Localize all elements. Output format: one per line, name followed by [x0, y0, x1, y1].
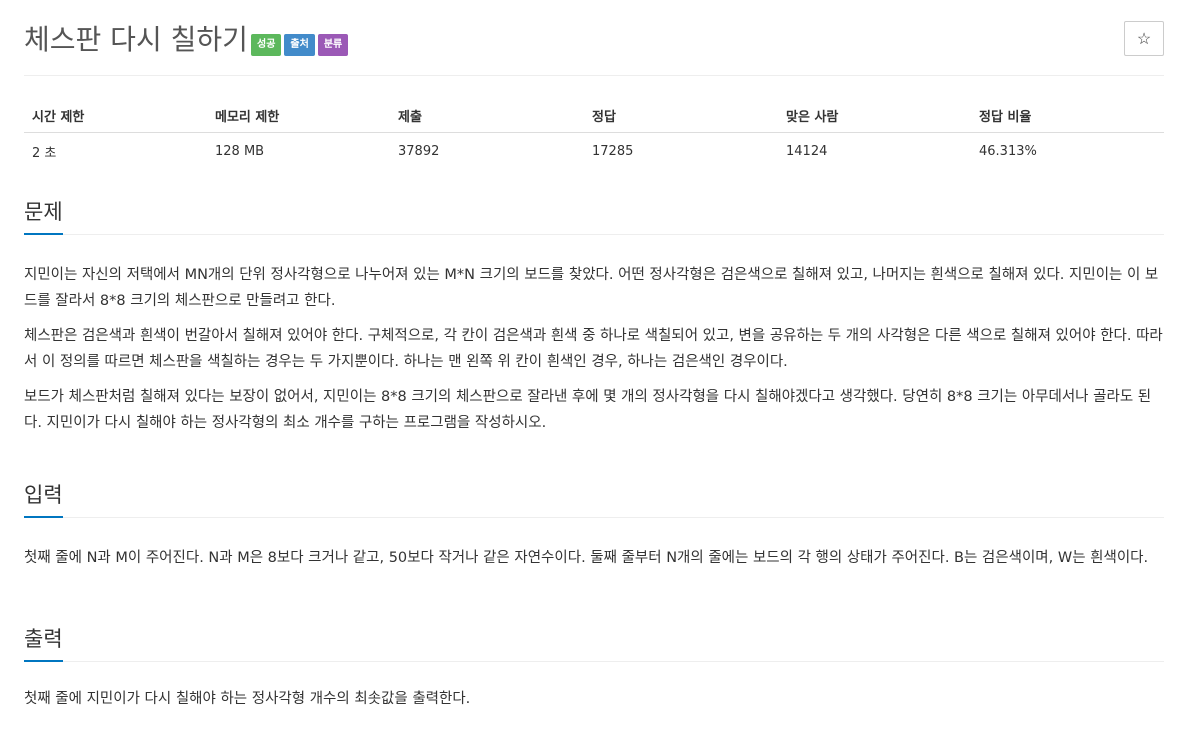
header-accept-ratio: 정답 비율 [971, 100, 1164, 133]
info-value-row: 2 초 128 MB 37892 17285 14124 46.313% [24, 132, 1164, 170]
badge-source[interactable]: 출처 [284, 34, 315, 56]
section-input-header: 입력 [24, 476, 1164, 518]
section-description: 문제 지민이는 자신의 저택에서 MN개의 단위 정사각형으로 나누어져 있는 … [24, 193, 1164, 436]
output-paragraph: 첫째 줄에 지민이가 다시 칠해야 하는 정사각형 개수의 최솟값을 출력한다. [24, 691, 471, 707]
section-output-title: 출력 [24, 620, 63, 662]
description-paragraph: 지민이는 자신의 저택에서 MN개의 단위 정사각형으로 나누어져 있는 M*N… [24, 267, 1159, 309]
header-solved-users: 맞은 사람 [778, 100, 971, 133]
favorite-star-button[interactable]: ☆ [1124, 21, 1164, 56]
section-input-body: 첫째 줄에 N과 M이 주어진다. N과 M은 8보다 크거나 같고, 50보다… [24, 518, 1164, 571]
section-input: 입력 첫째 줄에 N과 M이 주어진다. N과 M은 8보다 크거나 같고, 5… [24, 476, 1164, 571]
description-paragraph: 보드가 체스판처럼 칠해져 있다는 보장이 없어서, 지민이는 8*8 크기의 … [24, 389, 1152, 431]
badge-group: 성공 출처 분류 [251, 34, 349, 56]
problem-header: 체스판 다시 칠하기 성공 출처 분류 ☆ [24, 0, 1164, 76]
star-icon: ☆ [1136, 30, 1152, 48]
value-accept-ratio: 46.313% [979, 143, 1037, 159]
header-memory-limit: 메모리 제한 [207, 100, 390, 133]
info-header-row: 시간 제한 메모리 제한 제출 정답 맞은 사람 정답 비율 [24, 100, 1164, 133]
description-paragraph: 체스판은 검은색과 흰색이 번갈아서 칠해져 있어야 한다. 구체적으로, 각 … [24, 328, 1163, 370]
section-input-title: 입력 [24, 476, 63, 518]
header-accepted: 정답 [584, 100, 778, 133]
problem-title: 체스판 다시 칠하기 [24, 23, 248, 56]
header-time-limit: 시간 제한 [24, 100, 207, 133]
section-output: 출력 첫째 줄에 지민이가 다시 칠해야 하는 정사각형 개수의 최솟값을 출력… [24, 620, 1164, 712]
section-description-body: 지민이는 자신의 저택에서 MN개의 단위 정사각형으로 나누어져 있는 M*N… [24, 235, 1164, 436]
badge-success[interactable]: 성공 [251, 34, 282, 56]
value-memory-limit: 128 MB [215, 143, 265, 159]
value-solved-users: 14124 [786, 143, 828, 159]
section-output-body: 첫째 줄에 지민이가 다시 칠해야 하는 정사각형 개수의 최솟값을 출력한다. [24, 662, 1164, 712]
problem-page: 체스판 다시 칠하기 성공 출처 분류 ☆ 시간 제한 메모리 제한 제출 정답… [0, 0, 1194, 729]
value-accepted: 17285 [592, 143, 634, 159]
section-description-header: 문제 [24, 193, 1164, 235]
input-paragraph: 첫째 줄에 N과 M이 주어진다. N과 M은 8보다 크거나 같고, 50보다… [24, 550, 1149, 566]
problem-info-table: 시간 제한 메모리 제한 제출 정답 맞은 사람 정답 비율 2 초 128 M… [24, 100, 1164, 170]
badge-category[interactable]: 분류 [317, 34, 349, 56]
header-submissions: 제출 [390, 100, 584, 133]
value-submissions: 37892 [398, 143, 440, 159]
section-output-header: 출력 [24, 620, 1164, 662]
section-description-title: 문제 [24, 193, 63, 235]
value-time-limit: 2 초 [32, 145, 57, 161]
